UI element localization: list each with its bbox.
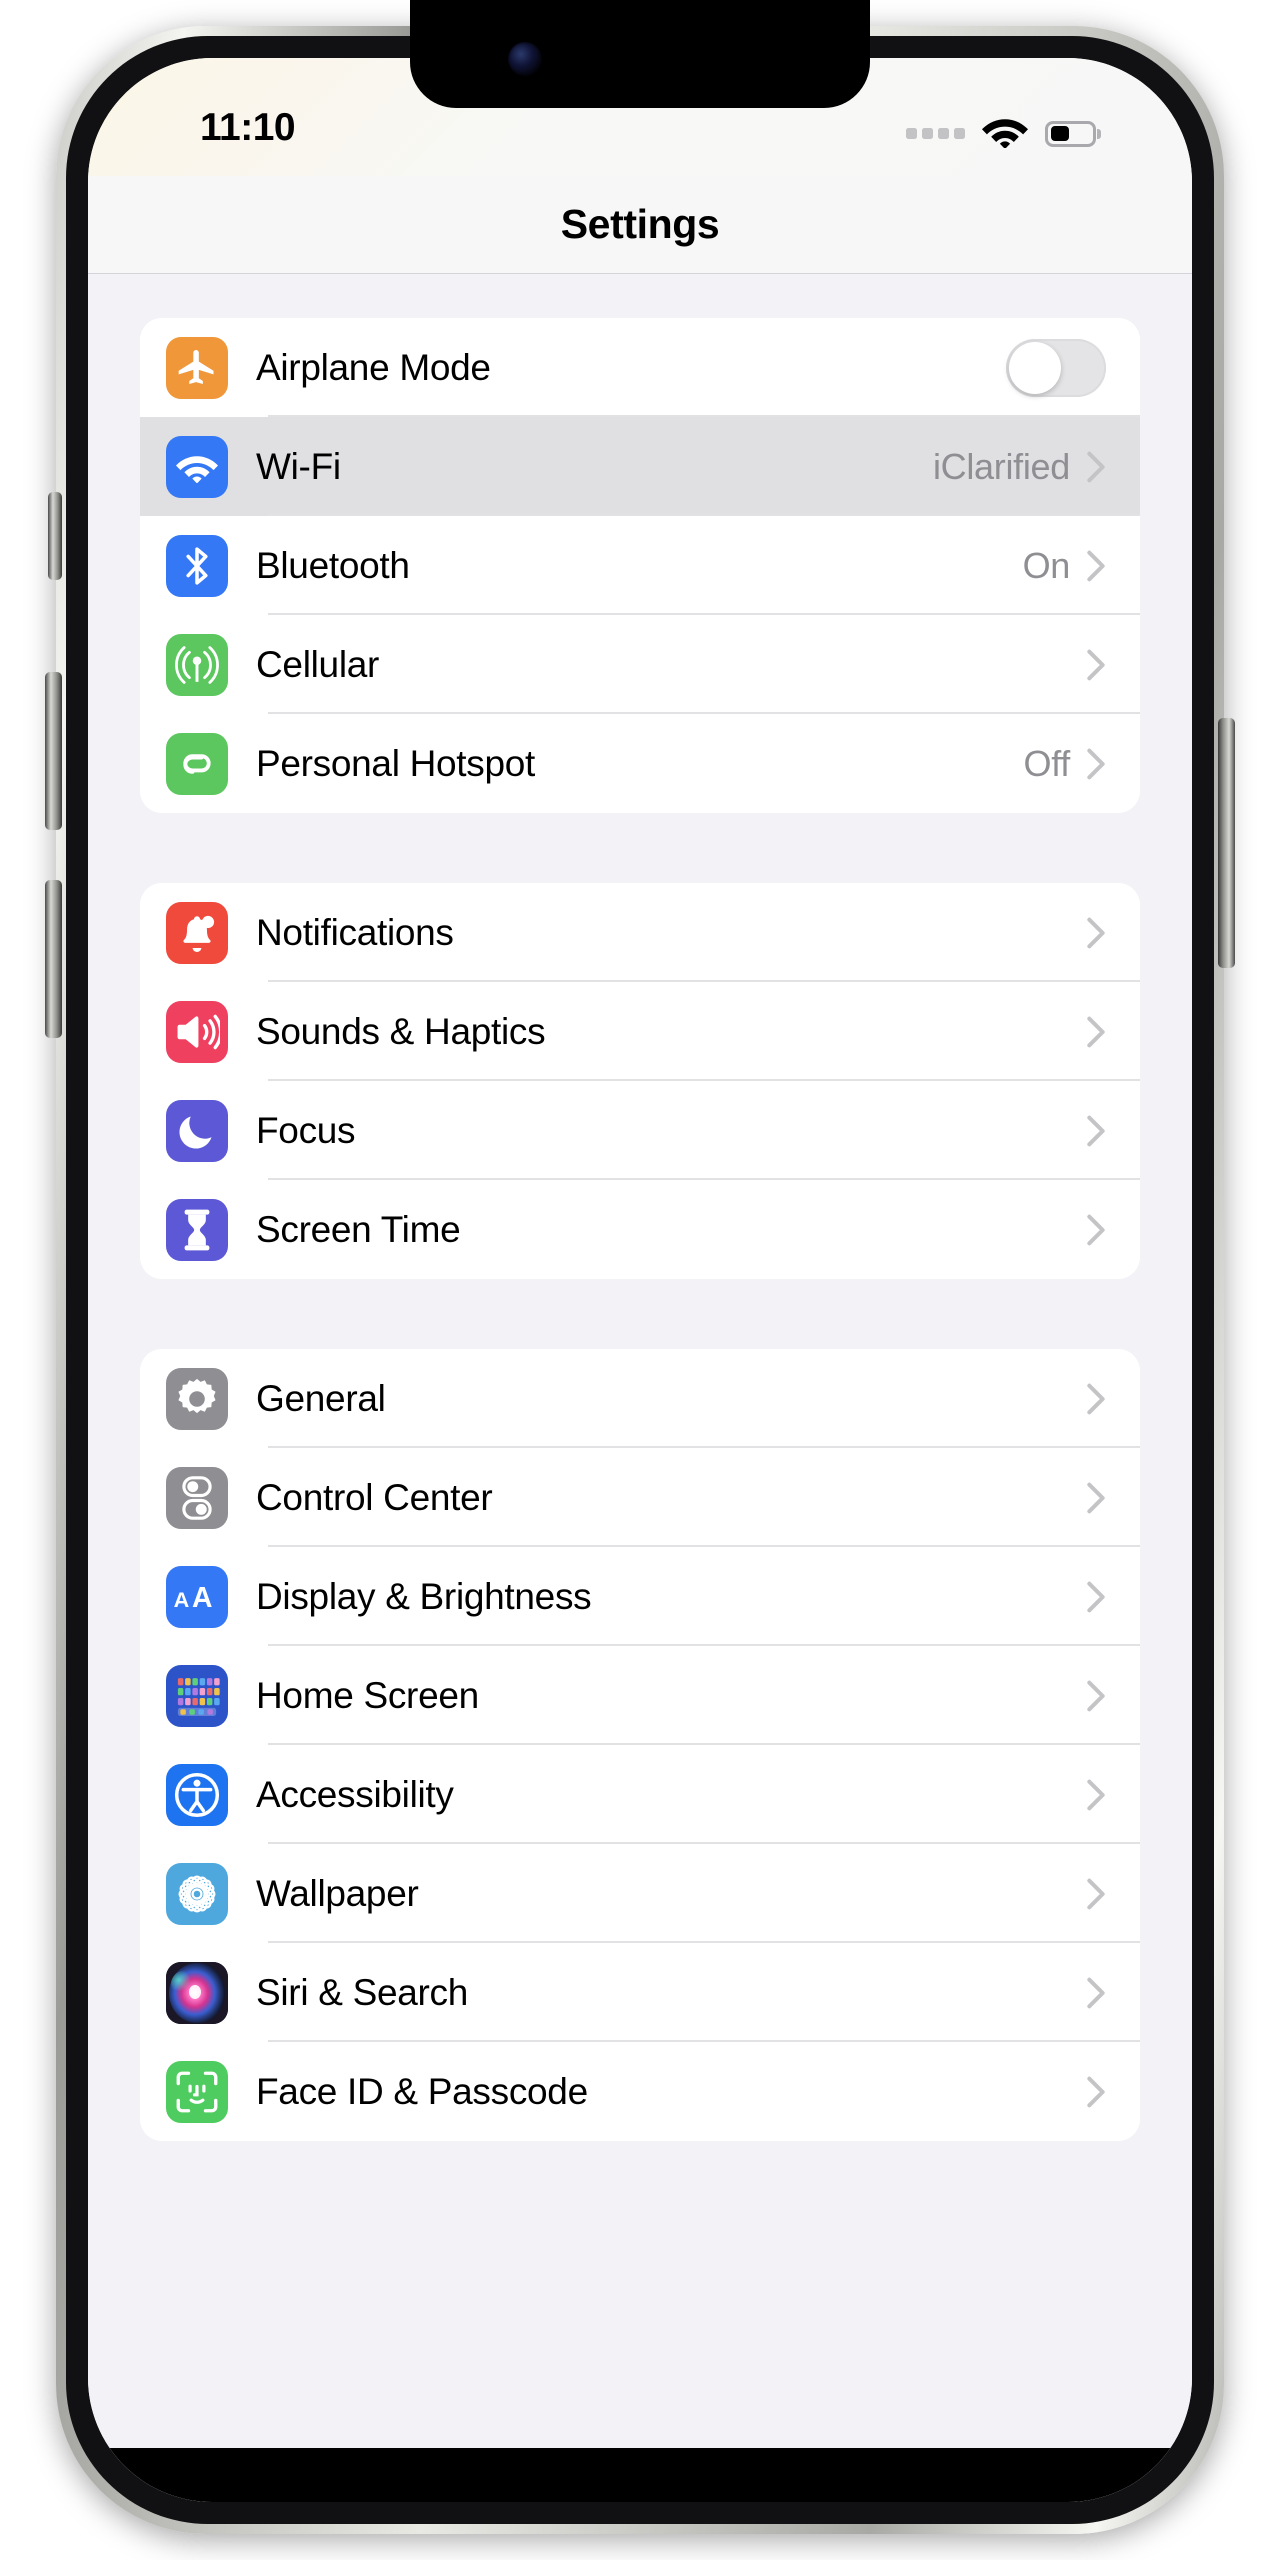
chevron-right-icon xyxy=(1086,1015,1106,1049)
accessibility-icon xyxy=(166,1763,228,1826)
bluetooth-icon xyxy=(166,534,228,597)
hotspot-icon xyxy=(166,732,228,795)
settings-row-label: Airplane Mode xyxy=(256,346,491,388)
chevron-right-icon xyxy=(1086,1580,1106,1614)
chevron-right-icon xyxy=(1086,1778,1106,1812)
settings-row-siri-search[interactable]: Siri & Search xyxy=(140,1943,1140,2042)
front-camera-icon xyxy=(508,42,542,76)
moon-icon xyxy=(166,1099,228,1162)
chevron-right-icon xyxy=(1086,549,1106,583)
page-title: Settings xyxy=(560,201,720,247)
toggle-switch-airplane-mode[interactable] xyxy=(1006,338,1106,397)
settings-row-home-screen[interactable]: Home Screen xyxy=(140,1646,1140,1745)
settings-row-label: Display & Brightness xyxy=(256,1575,592,1617)
settings-row-control-center[interactable]: Control Center xyxy=(140,1448,1140,1547)
settings-row-general[interactable]: General xyxy=(140,1349,1140,1448)
speaker-icon xyxy=(166,1000,228,1063)
volume-up-button[interactable] xyxy=(45,672,62,830)
volume-down-button[interactable] xyxy=(45,880,62,1038)
side-power-button[interactable] xyxy=(1218,718,1235,968)
settings-group-alerts: Notifications Sounds & Haptics Focus Scre… xyxy=(140,883,1140,1279)
navigation-bar: Settings xyxy=(88,176,1192,274)
settings-row-personal-hotspot[interactable]: Personal Hotspot Off xyxy=(140,714,1140,813)
chevron-right-icon xyxy=(1086,648,1106,682)
chevron-right-icon xyxy=(1086,1877,1106,1911)
settings-group-system: General Control Center A A Display & Brig… xyxy=(140,1349,1140,2141)
settings-row-cellular[interactable]: Cellular xyxy=(140,615,1140,714)
battery-icon xyxy=(1045,120,1101,147)
chevron-right-icon xyxy=(1086,1114,1106,1148)
ring-silent-switch[interactable] xyxy=(48,492,62,580)
settings-row-label: Sounds & Haptics xyxy=(256,1010,546,1052)
settings-row-wi-fi[interactable]: Wi-Fi iClarified xyxy=(140,417,1140,516)
settings-row-label: Screen Time xyxy=(256,1208,461,1250)
svg-text:A: A xyxy=(192,1582,212,1612)
status-bar-indicators xyxy=(906,114,1101,153)
settings-row-screen-time[interactable]: Screen Time xyxy=(140,1180,1140,1279)
settings-row-notifications[interactable]: Notifications xyxy=(140,883,1140,982)
settings-row-label: Wallpaper xyxy=(256,1872,419,1914)
home-indicator[interactable] xyxy=(448,2472,832,2486)
settings-row-airplane-mode[interactable]: Airplane Mode xyxy=(140,318,1140,417)
flower-icon xyxy=(166,1862,228,1925)
settings-row-label: Accessibility xyxy=(256,1773,454,1815)
control-center-icon xyxy=(166,1466,228,1529)
settings-row-label: Siri & Search xyxy=(256,1971,469,2013)
notch xyxy=(410,0,870,108)
settings-row-label: Personal Hotspot xyxy=(256,742,536,784)
face-id-icon xyxy=(166,2060,228,2123)
settings-row-label: Control Center xyxy=(256,1476,493,1518)
app-grid-icon xyxy=(166,1664,228,1727)
settings-row-label: Home Screen xyxy=(256,1674,479,1716)
cellular-dots-icon xyxy=(906,128,965,139)
hourglass-icon xyxy=(166,1198,228,1261)
settings-row-sounds-haptics[interactable]: Sounds & Haptics xyxy=(140,982,1140,1081)
siri-orb-icon xyxy=(166,1961,228,2024)
settings-row-bluetooth[interactable]: Bluetooth On xyxy=(140,516,1140,615)
chevron-right-icon xyxy=(1086,916,1106,950)
settings-row-label: Face ID & Passcode xyxy=(256,2070,588,2112)
settings-row-label: General xyxy=(256,1377,386,1419)
settings-row-face-id-passcode[interactable]: Face ID & Passcode xyxy=(140,2042,1140,2141)
settings-row-label: Wi-Fi xyxy=(256,445,341,487)
text-size-icon: A A xyxy=(166,1565,228,1628)
status-bar-clock: 11:10 xyxy=(200,106,296,149)
chevron-right-icon xyxy=(1086,450,1106,484)
chevron-right-icon xyxy=(1086,1679,1106,1713)
chevron-right-icon xyxy=(1086,1213,1106,1247)
settings-row-label: Bluetooth xyxy=(256,544,410,586)
wifi-icon xyxy=(166,435,228,498)
svg-text:A: A xyxy=(174,1587,190,1612)
settings-row-label: Cellular xyxy=(256,643,380,685)
settings-row-accessibility[interactable]: Accessibility xyxy=(140,1745,1140,1844)
chevron-right-icon xyxy=(1086,1976,1106,2010)
chevron-right-icon xyxy=(1086,1481,1106,1515)
settings-row-value: Off xyxy=(1023,742,1071,784)
settings-row-value: iClarified xyxy=(932,445,1070,487)
chevron-right-icon xyxy=(1086,747,1106,781)
settings-row-display-brightness[interactable]: A A Display & Brightness xyxy=(140,1547,1140,1646)
airplane-icon xyxy=(166,336,228,399)
settings-row-label: Focus xyxy=(256,1109,356,1151)
settings-group-connectivity: Airplane Mode Wi-Fi iClarified Bluetooth On… xyxy=(140,318,1140,813)
cellular-icon xyxy=(166,633,228,696)
chevron-right-icon xyxy=(1086,1382,1106,1416)
settings-row-wallpaper[interactable]: Wallpaper xyxy=(140,1844,1140,1943)
chevron-right-icon xyxy=(1086,2075,1106,2109)
settings-scroll-view[interactable]: Airplane Mode Wi-Fi iClarified Bluetooth On… xyxy=(88,274,1192,2502)
phone-screen: 11:10 Settings Airplane Mode Wi-Fi iClar… xyxy=(88,58,1192,2502)
settings-row-value: On xyxy=(1022,544,1071,586)
bell-icon xyxy=(166,901,228,964)
settings-row-focus[interactable]: Focus xyxy=(140,1081,1140,1180)
settings-row-label: Notifications xyxy=(256,911,454,953)
wifi-icon xyxy=(982,114,1028,153)
gear-icon xyxy=(166,1367,228,1430)
